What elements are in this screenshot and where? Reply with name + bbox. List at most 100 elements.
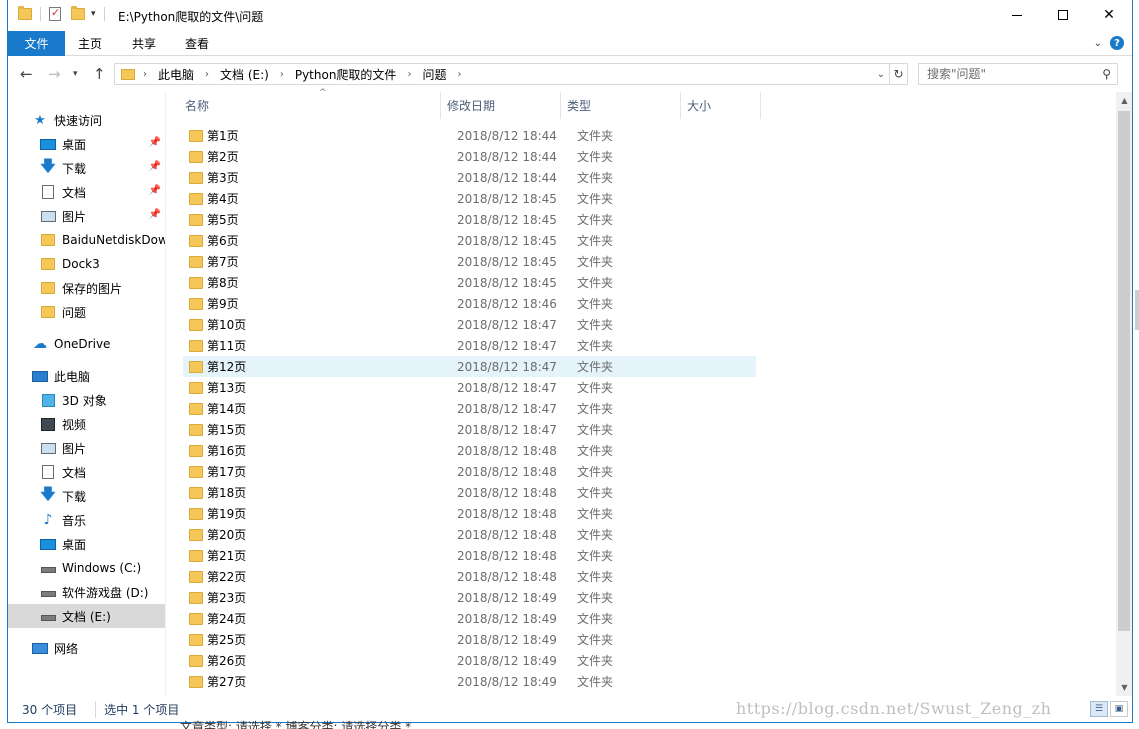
search-input[interactable] (927, 67, 1097, 81)
expand-ribbon-chevron-icon[interactable]: ⌄ (1094, 38, 1102, 49)
file-row[interactable]: 第26页 2018/8/12 18:49 文件夹 (183, 650, 756, 671)
nav-baidunetdisk[interactable]: BaiduNetdiskDow (8, 228, 165, 252)
nav-onedrive[interactable]: ☁ OneDrive (8, 332, 165, 356)
breadcrumb-drive-e[interactable]: 文档 (E:) (220, 66, 269, 83)
address-history-dropdown-icon[interactable]: ⌄ (873, 69, 889, 80)
file-row[interactable]: 第17页 2018/8/12 18:48 文件夹 (183, 461, 756, 482)
file-row[interactable]: 第9页 2018/8/12 18:46 文件夹 (183, 293, 756, 314)
maximize-button[interactable] (1040, 0, 1086, 30)
nav-drive-c[interactable]: Windows (C:) (8, 556, 165, 580)
large-icons-view-icon[interactable]: ▣ (1110, 701, 1128, 717)
nav-saved-pictures[interactable]: 保存的图片 (8, 276, 165, 300)
help-icon[interactable]: ? (1110, 36, 1124, 50)
scrollbar-thumb[interactable] (1118, 111, 1130, 631)
file-row[interactable]: 第12页 2018/8/12 18:47 文件夹 (183, 356, 756, 377)
nav-desktop-pinned[interactable]: 桌面 📌 (8, 132, 165, 156)
file-row[interactable]: 第8页 2018/8/12 18:45 文件夹 (183, 272, 756, 293)
vertical-scrollbar[interactable]: ▲ ▼ (1116, 92, 1132, 696)
file-row[interactable]: 第1页 2018/8/12 18:44 文件夹 (183, 125, 756, 146)
file-row[interactable]: 第27页 2018/8/12 18:49 文件夹 (183, 671, 756, 692)
file-name: 第26页 (207, 654, 247, 668)
file-row[interactable]: 第2页 2018/8/12 18:44 文件夹 (183, 146, 756, 167)
file-name: 第5页 (207, 213, 239, 227)
title-bar: ▾ E:\Python爬取的文件\问题 ✕ (8, 0, 1132, 31)
file-row[interactable]: 第3页 2018/8/12 18:44 文件夹 (183, 167, 756, 188)
column-header-size[interactable]: 大小 (681, 92, 761, 119)
column-header-type[interactable]: 类型 (561, 92, 681, 119)
breadcrumb-this-pc[interactable]: 此电脑 (158, 66, 194, 83)
minimize-button[interactable] (994, 0, 1040, 30)
file-row[interactable]: 第24页 2018/8/12 18:49 文件夹 (183, 608, 756, 629)
nav-desktop[interactable]: 桌面 (8, 532, 165, 556)
breadcrumb-chevron-icon[interactable]: › (280, 69, 284, 80)
breadcrumb-chevron-icon[interactable]: › (457, 69, 461, 80)
properties-icon[interactable] (49, 6, 61, 21)
file-row[interactable]: 第6页 2018/8/12 18:45 文件夹 (183, 230, 756, 251)
address-bar[interactable]: › 此电脑 › 文档 (E:) › Python爬取的文件 › 问题 › ⌄ ↻ (114, 63, 908, 85)
customize-toolbar-dropdown-icon[interactable]: ▾ (91, 9, 96, 19)
file-row[interactable]: 第23页 2018/8/12 18:49 文件夹 (183, 587, 756, 608)
breadcrumb-python-folder[interactable]: Python爬取的文件 (295, 66, 397, 83)
close-button[interactable]: ✕ (1086, 0, 1132, 30)
nav-music[interactable]: ♪ 音乐 (8, 508, 165, 532)
refresh-icon[interactable]: ↻ (889, 64, 907, 84)
file-row[interactable]: 第11页 2018/8/12 18:47 文件夹 (183, 335, 756, 356)
details-view-icon[interactable]: ☰ (1090, 701, 1108, 717)
nav-network[interactable]: 网络 (8, 636, 165, 660)
nav-downloads[interactable]: 🡇 下载 (8, 484, 165, 508)
back-arrow-icon[interactable]: ← (20, 65, 33, 83)
recent-locations-chevron-icon[interactable]: ▾ (73, 69, 78, 79)
file-row[interactable]: 第16页 2018/8/12 18:48 文件夹 (183, 440, 756, 461)
nav-wenti[interactable]: 问题 (8, 300, 165, 324)
file-row[interactable]: 第19页 2018/8/12 18:48 文件夹 (183, 503, 756, 524)
new-folder-icon[interactable] (71, 6, 85, 20)
tab-file[interactable]: 文件 (8, 31, 65, 56)
nav-pictures[interactable]: 图片 (8, 436, 165, 460)
nav-downloads-pinned[interactable]: 🡇 下载 📌 (8, 156, 165, 180)
file-row[interactable]: 第4页 2018/8/12 18:45 文件夹 (183, 188, 756, 209)
file-row[interactable]: 第18页 2018/8/12 18:48 文件夹 (183, 482, 756, 503)
nav-dock3[interactable]: Dock3 (8, 252, 165, 276)
file-row[interactable]: 第13页 2018/8/12 18:47 文件夹 (183, 377, 756, 398)
file-row[interactable]: 第22页 2018/8/12 18:48 文件夹 (183, 566, 756, 587)
file-row[interactable]: 第25页 2018/8/12 18:49 文件夹 (183, 629, 756, 650)
scroll-down-icon[interactable]: ▼ (1116, 679, 1132, 696)
column-header-date[interactable]: 修改日期 (441, 92, 561, 119)
file-row[interactable]: 第10页 2018/8/12 18:47 文件夹 (183, 314, 756, 335)
file-row[interactable]: 第15页 2018/8/12 18:47 文件夹 (183, 419, 756, 440)
folder-icon (189, 339, 203, 352)
up-arrow-icon[interactable]: ↑ (93, 65, 106, 83)
tab-home[interactable]: 主页 (65, 31, 115, 56)
breadcrumb-current-folder[interactable]: 问题 (422, 66, 446, 83)
nav-3d-objects[interactable]: 3D 对象 (8, 388, 165, 412)
search-box[interactable]: ⚲ (918, 63, 1118, 85)
column-header-label: 名称 (185, 99, 210, 113)
file-row[interactable]: 第5页 2018/8/12 18:45 文件夹 (183, 209, 756, 230)
file-name: 第21页 (207, 549, 247, 563)
nav-quick-access[interactable]: ★ 快速访问 (8, 108, 165, 132)
file-row[interactable]: 第21页 2018/8/12 18:48 文件夹 (183, 545, 756, 566)
breadcrumb-chevron-icon[interactable]: › (407, 69, 411, 80)
file-name: 第6页 (207, 234, 239, 248)
nav-documents-pinned[interactable]: 文档 📌 (8, 180, 165, 204)
file-row[interactable]: 第20页 2018/8/12 18:48 文件夹 (183, 524, 756, 545)
tab-view[interactable]: 查看 (171, 31, 223, 56)
file-type: 文件夹 (577, 129, 614, 143)
search-icon[interactable]: ⚲ (1102, 67, 1111, 81)
breadcrumb-chevron-icon[interactable]: › (205, 69, 209, 80)
nav-documents[interactable]: 文档 (8, 460, 165, 484)
breadcrumb-chevron-icon[interactable]: › (143, 69, 147, 80)
nav-pictures-pinned[interactable]: 图片 📌 (8, 204, 165, 228)
column-header-name[interactable]: 名称 ^ (179, 88, 441, 119)
nav-this-pc[interactable]: 此电脑 (8, 364, 165, 388)
scroll-up-icon[interactable]: ▲ (1116, 92, 1132, 109)
file-row[interactable]: 第7页 2018/8/12 18:45 文件夹 (183, 251, 756, 272)
nav-drive-e[interactable]: 文档 (E:) (8, 604, 165, 628)
file-row[interactable]: 第14页 2018/8/12 18:47 文件夹 (183, 398, 756, 419)
file-date: 2018/8/12 18:48 (457, 569, 557, 584)
tab-share[interactable]: 共享 (118, 31, 170, 56)
nav-videos[interactable]: 视频 (8, 412, 165, 436)
forward-arrow-icon[interactable]: → (48, 65, 61, 83)
folder-icon (189, 507, 203, 520)
nav-drive-d[interactable]: 软件游戏盘 (D:) (8, 580, 165, 604)
